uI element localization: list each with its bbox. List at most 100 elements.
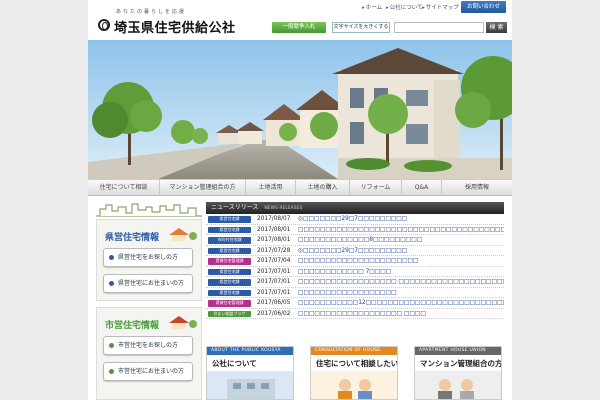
news-list: 県営住宅課 2017/08/07 ◎□□□□□□□29□7□□□□□□□□□ 県営住宅… [206,214,504,319]
news-date: 2017/07/28 [257,247,291,254]
nav-reform[interactable]: リフォーム [350,180,402,196]
category-badge: 賃貸住宅管理課 [208,258,251,265]
category-badge: 県営住宅課 [208,226,251,233]
site-logo[interactable]: あなたの暮らしを応援 埼玉県住宅供給公社 [96,8,235,36]
house-illustration-icon [169,316,197,329]
global-nav: 住宅について相談 マンション管理組合の方 土地活用 土地の購入 リフォーム Q&… [88,179,512,196]
news-releases: ニュースリリース NEWS RELEASES 県営住宅課 2017/08/07 ◎□□… [206,202,504,336]
news-link[interactable]: □□□□□□□□□□□□□□□□□□□□□□ [298,256,504,266]
home-link[interactable]: ホーム [362,3,382,13]
news-date: 2017/07/04 [257,258,291,264]
about-link[interactable]: 公社について [386,3,423,13]
city-housing-title: 市営住宅情報 [105,321,160,331]
category-badge: 県営住宅課 [208,268,251,275]
nav-land-use[interactable]: 土地活用 [246,180,296,196]
news-item[interactable]: 県営住宅課 2017/07/01 □□□□□□□□□□□□□□□□□□ [206,288,504,298]
logo-text: 埼玉県住宅供給公社 [114,21,236,36]
about-box[interactable]: ABOUT THE PUBLIC KOUSYA 公社について [206,346,294,400]
city-search-button[interactable]: 市営住宅をお探しの方 [103,336,193,355]
nav-mansion-union[interactable]: マンション管理組合の方 [160,180,246,196]
logo-mark-icon [98,19,110,31]
nav-recruit[interactable]: 採用情報 [442,180,512,196]
nav-land-purchase[interactable]: 土地の購入 [296,180,350,196]
logo-tagline: あなたの暮らしを応援 [116,9,187,15]
news-item[interactable]: 県営住宅課 2017/07/28 ◎□□□□□□□29□7□□□□□□□□□ [206,246,504,256]
contact-button[interactable]: お問い合わせ [461,1,506,13]
arrow-right-icon [109,255,114,260]
category-badge: 市町村住宅課 [208,237,251,244]
news-link[interactable]: □□□□□□□□□□□□□8□□□□□□□□□ [298,235,504,245]
city-resident-button[interactable]: 市営住宅にお住まいの方 [103,362,193,381]
consult-box-image [311,371,397,399]
mansion-box-title: マンション管理組合の方 [420,359,502,368]
consult-box[interactable]: CONSULTATION OF HOUSE 住宅について相談したい [310,346,398,400]
mansion-box-image [415,371,501,399]
header: あなたの暮らしを応援 埼玉県住宅供給公社 ホーム 公社について サイトマップ お… [88,0,512,40]
news-date: 2017/07/01 [257,289,291,296]
hero-photo [88,40,512,179]
news-item[interactable]: 県営住宅課 2017/08/01 □□□□□□□□□□□□□□□□□□□□□□□□□… [206,225,504,235]
page: あなたの暮らしを応援 埼玉県住宅供給公社 ホーム 公社について サイトマップ お… [88,0,512,400]
page-background-right [512,0,600,400]
news-item[interactable]: 賃貸住宅管理課 2017/06/05 □□□□□□□□□□□12□□□□□□□□□□… [206,298,504,309]
news-item[interactable]: 住まい相談プラザ 2017/06/02 □□□□□□□□□□□□□□□□□□□ □□… [206,309,504,319]
news-link[interactable]: ◎□□□□□□□29□7□□□□□□□□□ [298,214,504,224]
bid-button[interactable]: 一般競争入札 [272,22,326,33]
category-badge: 県営住宅課 [208,279,251,286]
house-illustration-icon [169,228,197,241]
skyline-icon [96,203,202,217]
sitemap-link[interactable]: サイトマップ [422,3,459,13]
category-badge: 住まい相談プラザ [208,310,251,317]
news-link[interactable]: □□□□□□□□□□□□□□□□□□□ □□□□ [298,309,504,319]
news-item[interactable]: 県営住宅課 2017/07/01 □□□□□□□□□□□□□□□□□□ □□□□□□… [206,277,504,288]
news-link[interactable]: ◎□□□□□□□29□7□□□□□□□□□ [298,246,504,256]
nav-housing-consult[interactable]: 住宅について相談 [88,180,160,196]
pref-search-button[interactable]: 県営住宅をお探しの方 [103,248,193,267]
pref-housing-title: 県営住宅情報 [105,233,160,243]
news-date: 2017/08/01 [257,237,291,243]
news-subtitle: NEWS RELEASES [264,206,303,211]
news-link[interactable]: □□□□□□□□□□□□□□□□□□□□□□□□□□□□□□□□□□□□□□□□… [298,225,504,235]
search-button[interactable]: 検 索 [486,22,507,33]
category-badge: 県営住宅課 [208,247,251,254]
hero-image [88,40,512,179]
arrow-right-icon [109,343,114,348]
news-date: 2017/07/01 [257,268,291,275]
news-link[interactable]: □□□□□□□□□□□12□□□□□□□□□□□□□□□□□□□□□□□□□□ … [298,298,504,308]
news-item[interactable]: 県営住宅課 2017/08/07 ◎□□□□□□□29□7□□□□□□□□□ [206,214,504,225]
news-date: 2017/08/07 [257,216,291,222]
pref-search-label: 県営住宅をお探しの方 [118,254,179,261]
mansion-box-head: APARTMENT HOUSE UNION [415,347,501,355]
news-link[interactable]: □□□□□□□□□□□□□□□□□□ □□□□□□□□□□□□□□□□□□□□□… [298,277,504,287]
news-link[interactable]: □□□□□□□□□□□□ 7□□□□ [298,267,504,277]
news-item[interactable]: 市町村住宅課 2017/08/01 □□□□□□□□□□□□□8□□□□□□□□□ [206,235,504,246]
pref-resident-button[interactable]: 県営住宅にお住まいの方 [103,274,193,293]
about-box-image [207,371,293,399]
city-resident-label: 市営住宅にお住まいの方 [118,368,185,375]
pref-housing-panel: 県営住宅情報 県営住宅をお探しの方 県営住宅にお住まいの方 [96,219,202,301]
category-badge: 県営住宅課 [208,289,251,296]
news-item[interactable]: 賃貸住宅管理課 2017/07/04 □□□□□□□□□□□□□□□□□□□□□□ [206,256,504,267]
news-header: ニュースリリース NEWS RELEASES [206,202,504,214]
consult-box-title: 住宅について相談したい [316,359,398,368]
search-input[interactable] [394,22,484,33]
font-size-button[interactable]: 文字サイズを大きくする [332,22,390,33]
news-item[interactable]: 県営住宅課 2017/07/01 □□□□□□□□□□□□ 7□□□□ [206,267,504,277]
nav-qa[interactable]: Q&A [402,180,442,196]
mansion-box[interactable]: APARTMENT HOUSE UNION マンション管理組合の方 [414,346,502,400]
consult-box-head: CONSULTATION OF HOUSE [311,347,397,355]
city-housing-panel: 市営住宅情報 市営住宅をお探しの方 市営住宅にお住まいの方 [96,307,202,400]
news-date: 2017/06/02 [257,310,291,317]
news-date: 2017/06/05 [257,300,291,306]
arrow-right-icon [109,369,114,374]
pref-resident-label: 県営住宅にお住まいの方 [118,280,185,287]
category-badge: 県営住宅課 [208,216,251,223]
category-badge: 賃貸住宅管理課 [208,300,251,307]
arrow-right-icon [109,281,114,286]
news-date: 2017/08/01 [257,226,291,233]
news-link[interactable]: □□□□□□□□□□□□□□□□□□ [298,288,504,298]
page-background-left [0,0,88,400]
news-date: 2017/07/01 [257,279,291,285]
news-title: ニュースリリース [211,204,259,211]
left-column: 県営住宅情報 県営住宅をお探しの方 県営住宅にお住まいの方 市営住宅情報 市営住… [96,201,202,400]
